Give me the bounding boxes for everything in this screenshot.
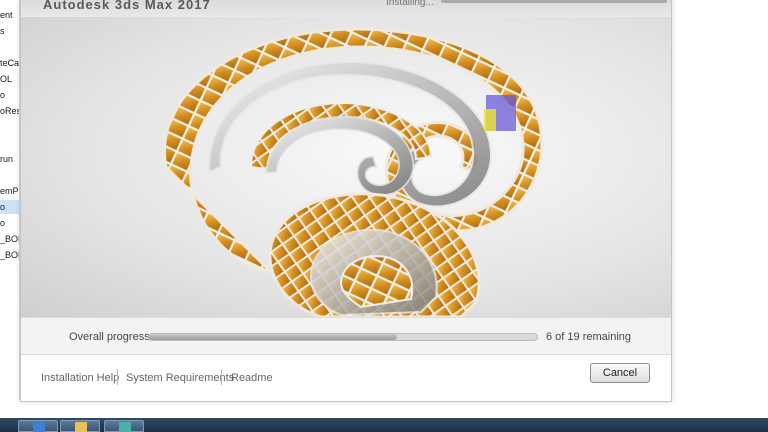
remaining-count: 6 of 19 remaining	[546, 331, 631, 343]
explorer-item[interactable]	[0, 120, 19, 134]
installer-header: Autodesk 3ds Max 2017 Installing...	[21, 0, 671, 17]
explorer-item[interactable]: ent	[0, 8, 19, 22]
folder-icon	[75, 422, 87, 432]
explorer-item[interactable]: o	[0, 88, 19, 102]
progress-panel: Overall progress... 6 of 19 remaining	[21, 317, 671, 355]
explorer-item[interactable]: o	[0, 216, 19, 230]
product-title: Autodesk 3ds Max 2017	[43, 0, 211, 12]
installation-help-link[interactable]: Installation Help	[41, 372, 119, 384]
explorer-item[interactable]: _BOM	[0, 248, 19, 262]
readme-link[interactable]: Readme	[231, 372, 273, 384]
hero-artwork	[21, 17, 671, 317]
explorer-list: ent s teCa OL o oRes run emP o o _BOM _B…	[0, 0, 20, 400]
footer-divider	[221, 369, 222, 385]
explorer-item[interactable]: emP	[0, 184, 19, 198]
explorer-item[interactable]: _BOM	[0, 232, 19, 246]
explorer-item[interactable]: oRes	[0, 104, 19, 118]
taskbar	[0, 418, 768, 432]
taskbar-app-button[interactable]	[18, 420, 58, 432]
explorer-item[interactable]	[0, 136, 19, 150]
installer-icon	[119, 422, 131, 432]
overall-progress-bar	[148, 333, 538, 341]
explorer-item[interactable]	[0, 168, 19, 182]
system-requirements-link[interactable]: System Requirements	[126, 372, 234, 384]
footer-divider	[117, 369, 118, 385]
installer-footer: Installation Help System Requirements Re…	[21, 355, 671, 401]
explorer-item-selected[interactable]: o	[0, 200, 19, 214]
explorer-item[interactable]: teCa	[0, 56, 19, 70]
overall-progress-fill	[149, 334, 398, 340]
taskbar-installer-button[interactable]	[104, 420, 144, 432]
installer-window: Autodesk 3ds Max 2017 Installing... Over…	[20, 0, 672, 402]
taskbar-explorer-button[interactable]	[60, 420, 100, 432]
header-progress-bar	[441, 0, 667, 3]
explorer-item[interactable]: s	[0, 24, 19, 38]
cancel-button[interactable]: Cancel	[590, 363, 650, 383]
app-icon	[33, 422, 45, 432]
install-status: Installing...	[386, 0, 434, 8]
explorer-item[interactable]	[0, 40, 19, 54]
explorer-item[interactable]: run	[0, 152, 19, 166]
overall-progress-label: Overall progress...	[69, 331, 159, 343]
explorer-item[interactable]: OL	[0, 72, 19, 86]
spiral-sculpture-image	[163, 27, 544, 317]
